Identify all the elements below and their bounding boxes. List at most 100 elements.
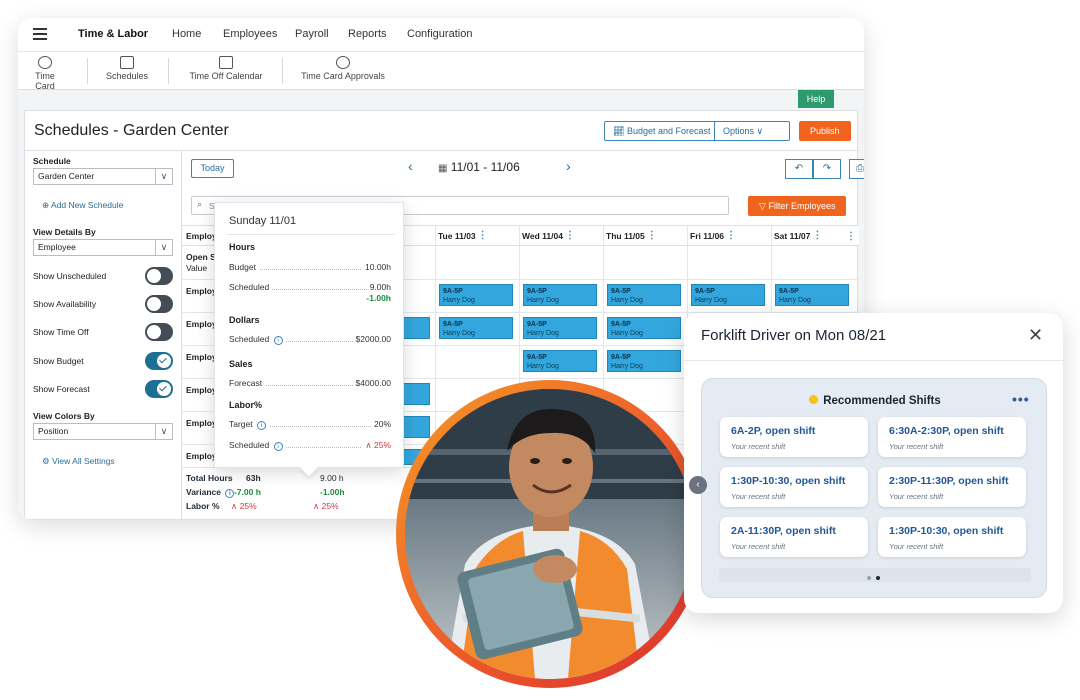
shift-block[interactable]: 9A-5PHarry Dog [523,317,597,339]
redo-icon[interactable]: ↷ [813,159,841,179]
more-options-icon[interactable]: ••• [1012,391,1030,407]
column-menu-icon[interactable]: ⋮ [846,231,856,242]
trend-up-icon: ∧ [313,501,320,511]
shift-block[interactable]: 9A-5PHarry Dog [439,317,513,339]
close-icon[interactable]: ✕ [1028,325,1043,346]
info-icon[interactable]: i [257,421,266,430]
labor-percent-value: ∧ 25% [231,501,257,511]
publish-button[interactable]: Publish [799,121,851,141]
view-details-select[interactable]: Employee ∨ [33,239,173,256]
view-colors-label: View Colors By [33,411,95,421]
toggle-row-budget: Show Budget [33,352,173,370]
link-label: View All Settings [52,456,115,466]
gear-icon: ⚙ [42,456,50,466]
recommended-title: Recommended Shifts [702,395,1048,407]
recommended-shift-card[interactable]: 1:30P-10:30, open shift Your recent shift [720,467,868,507]
calendar-15-icon [219,56,233,69]
check-circle-icon [336,56,350,69]
sub-nav: Time Card Schedules Time Off Calendar Ti… [18,52,864,91]
subnav-time-card-approvals[interactable]: Time Card Approvals [300,56,386,81]
print-icon[interactable]: ⎙ [849,159,864,179]
subnav-time-card[interactable]: Time Card [25,56,65,91]
shift-block[interactable]: 9A-5PHarry Dog [523,284,597,306]
col-wed: Wed 11/04 ⋮ [522,230,575,241]
recommended-shift-card[interactable]: 2A-11:30P, open shift Your recent shift [720,517,868,557]
show-forecast-toggle[interactable] [145,380,173,398]
button-label: Options [723,126,755,136]
options-button[interactable]: Options ∨ [714,121,790,141]
chevron-left-icon[interactable]: ‹ [689,476,707,494]
menu-icon[interactable] [33,28,47,40]
schedule-select[interactable]: Garden Center ∨ [33,168,173,185]
subnav-schedules[interactable]: Schedules [104,56,150,81]
undo-icon[interactable]: ↶ [785,159,813,179]
employee-row-label: Employ [186,451,217,461]
info-icon[interactable]: i [225,489,235,498]
recommended-shift-card[interactable]: 6A-2P, open shift Your recent shift [720,417,868,457]
view-all-settings-link[interactable]: ⚙ View All Settings [42,456,115,467]
labor-scheduled-row: Scheduled i ∧ 25% [229,440,391,451]
show-availability-toggle[interactable] [145,295,173,313]
worker-photo [396,380,704,688]
nav-employees[interactable]: Employees [223,28,277,40]
help-button[interactable]: Help [798,90,834,108]
date-range: ▦ 11/01 - 11/06 [438,160,520,174]
column-menu-icon[interactable]: ⋮ [478,230,488,241]
labor-header: Labor% [229,400,263,410]
column-menu-icon[interactable]: ⋮ [647,230,657,241]
filter-employees-button[interactable]: ▽ Filter Employees [748,196,847,216]
next-week-arrow-icon[interactable]: › [566,158,571,174]
info-icon[interactable]: i [273,442,283,451]
employee-row-label: Employ [186,418,217,428]
view-details-label: View Details By [33,227,96,237]
prev-week-arrow-icon[interactable]: ‹ [408,158,413,174]
brand-title: Time & Labor [78,28,149,40]
nav-configuration[interactable]: Configuration [407,28,472,40]
info-icon[interactable]: i [273,336,283,345]
subnav-time-off-calendar[interactable]: Time Off Calendar [188,56,264,81]
pager-dot[interactable] [867,576,871,580]
column-menu-icon[interactable]: ⋮ [812,230,822,241]
nav-payroll[interactable]: Payroll [295,28,329,40]
calendar-icon: ▦ [438,163,448,174]
shift-block[interactable]: 9A-5PHarry Dog [607,317,681,339]
show-time-off-toggle[interactable] [145,323,173,341]
photo-image [405,389,695,679]
today-button[interactable]: Today [191,159,234,178]
shift-block[interactable]: 9A-5PHarry Dog [523,350,597,372]
shift-block[interactable]: 9A-5PHarry Dog [439,284,513,306]
shift-block[interactable]: 9A-5PHarry Dog [775,284,849,306]
recommended-shift-card[interactable]: 1:30P-10:30, open shift Your recent shift [878,517,1026,557]
open-shifts-label: Open S [186,252,216,262]
nav-home[interactable]: Home [172,28,201,40]
show-budget-toggle[interactable] [145,352,173,370]
search-icon: ⌕ [197,199,203,209]
add-new-schedule-link[interactable]: ⊕ Add New Schedule [42,200,123,211]
recommended-shift-card[interactable]: 6:30A-2:30P, open shift Your recent shift [878,417,1026,457]
select-value: Position [38,426,69,436]
view-colors-select[interactable]: Position ∨ [33,423,173,440]
scroll-track[interactable] [719,568,1031,582]
lightbulb-icon [809,395,819,404]
shift-block[interactable]: 9A-5PHarry Dog [691,284,765,306]
shift-block[interactable]: 9A-5PHarry Dog [607,284,681,306]
nav-reports[interactable]: Reports [348,28,387,40]
recommended-shifts-panel: Recommended Shifts ••• 6A-2P, open shift… [689,378,1048,598]
recommended-shift-card[interactable]: 2:30P-11:30P, open shift Your recent shif… [878,467,1026,507]
shift-card: Forklift Driver on Mon 08/21 ✕ Recommend… [684,313,1063,613]
chevron-down-icon: ∨ [756,126,764,136]
top-nav: Time & Labor Home Employees Payroll Repo… [18,18,864,52]
toggle-row-forecast: Show Forecast [33,380,173,398]
pager-dot-active[interactable] [876,576,880,580]
column-menu-icon[interactable]: ⋮ [565,230,575,241]
chevron-down-icon: ∨ [155,424,172,439]
show-unscheduled-toggle[interactable] [145,267,173,285]
select-value: Employee [38,242,76,252]
toggle-row-availability: Show Availability [33,295,173,313]
total-hours-label: Total Hours [186,473,233,483]
shift-block[interactable]: 9A-5PHarry Dog [607,350,681,372]
labor-percent-label: Labor % [186,501,220,511]
employee-row-label: Employ [186,286,217,296]
column-menu-icon[interactable]: ⋮ [726,230,736,241]
budget-forecast-button[interactable]: 📈︎ Budget and Forecast [604,121,720,141]
